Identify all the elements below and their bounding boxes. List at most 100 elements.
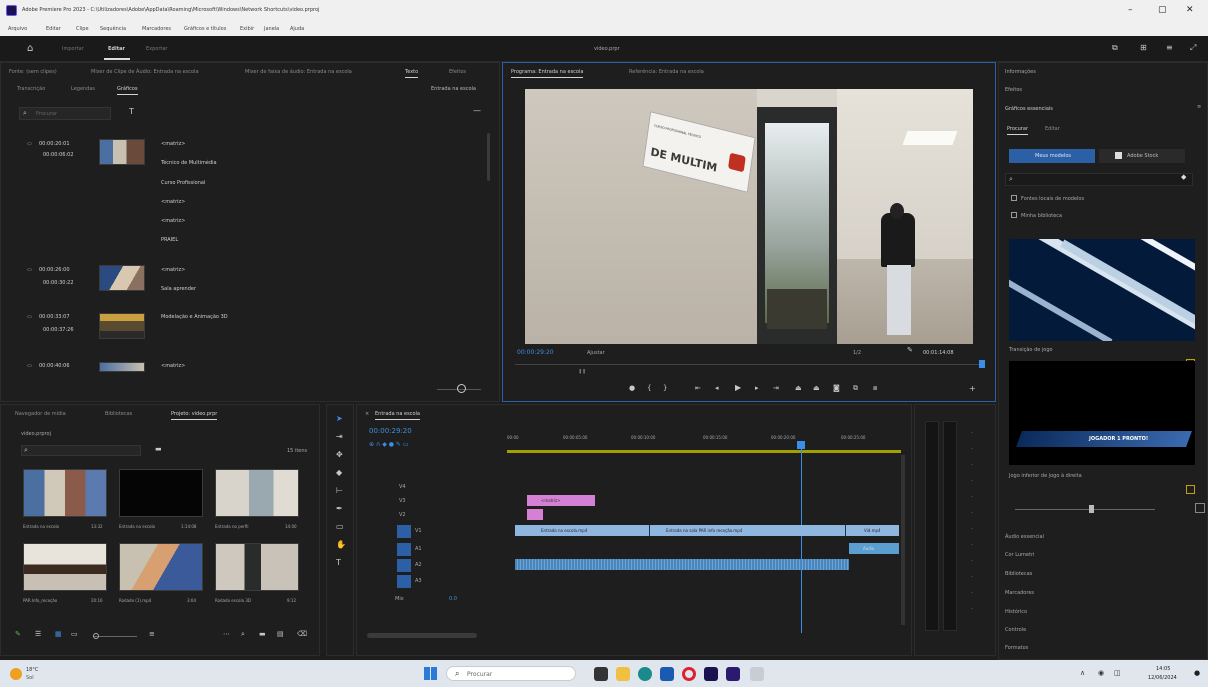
premiere-taskbar-icon[interactable] (704, 667, 718, 681)
misc-app-icon[interactable] (750, 667, 764, 681)
list-view-icon[interactable]: ☰ (35, 631, 41, 638)
tab-libraries[interactable]: Bibliotecas (105, 411, 132, 417)
go-to-out-icon[interactable]: ⇥ (773, 385, 779, 392)
freeform-view-icon[interactable]: ▭ (71, 631, 78, 638)
eg-search-extra-icon[interactable]: ◆ (1181, 173, 1186, 181)
new-layer-button[interactable] (1195, 503, 1205, 513)
menu-exibir[interactable]: Exibir (240, 26, 254, 32)
project-thumb-3[interactable] (215, 469, 299, 517)
track-a1-toggle[interactable] (397, 543, 411, 556)
lower-item-4[interactable]: Marcadores (1005, 590, 1034, 596)
tab-track-audio-mixer[interactable]: Mixer de faixa de áudio: Entrada na esco… (245, 69, 352, 75)
lower-item-1[interactable]: Áudio essencial (1005, 534, 1044, 540)
tab-clip-audio-mixer[interactable]: Mixer de Clipe de Áudio: Entrada na esco… (91, 69, 199, 75)
menu-arquivo[interactable]: Arquivo (8, 26, 27, 32)
track-a2-toggle[interactable] (397, 559, 411, 572)
task-view-icon[interactable] (594, 667, 608, 681)
vertical-scrollbar[interactable] (487, 133, 490, 181)
thumb-zoom-handle[interactable] (93, 633, 99, 639)
workspaces-icon[interactable]: ⊞ (1140, 44, 1147, 52)
clip-a1-b[interactable]: Audio (849, 543, 899, 554)
track-v1-toggle[interactable] (397, 525, 411, 538)
marker-icon[interactable]: ● (629, 385, 635, 392)
project-thumb-6[interactable] (215, 543, 299, 591)
monitor-playhead[interactable] (979, 360, 985, 368)
project-thumb-1[interactable] (23, 469, 107, 517)
tray-network-icon[interactable]: ◉ (1098, 669, 1104, 677)
clip-a2-audio[interactable] (515, 559, 849, 570)
icon-view-icon[interactable]: ▦ (55, 631, 62, 638)
clock-time[interactable]: 14:05 (1156, 666, 1170, 672)
new-bin-footer-icon[interactable]: ▬ (259, 631, 266, 638)
mix-value[interactable]: 0.0 (449, 596, 457, 602)
track-a3-toggle[interactable] (397, 575, 411, 588)
find-icon[interactable]: ⌕ (241, 631, 245, 638)
project-thumb-5[interactable] (119, 543, 203, 591)
add-button-icon[interactable]: + (969, 385, 976, 393)
go-to-in-icon[interactable]: ⇤ (695, 385, 701, 392)
lower-item-3[interactable]: Bibliotecas (1005, 571, 1032, 577)
monitor-scrubber[interactable] (515, 364, 981, 365)
effects-section[interactable]: Efeitos (1005, 87, 1022, 93)
lower-item-5[interactable]: Histórico (1005, 609, 1027, 615)
checkbox-my-library[interactable] (1011, 212, 1017, 218)
tab-effects[interactable]: Efeitos (449, 69, 466, 75)
selection-tool-icon[interactable]: ➤ (336, 415, 343, 423)
file-explorer-icon[interactable] (616, 667, 630, 681)
text-tool-icon[interactable]: T (129, 108, 134, 116)
extract-icon[interactable]: ⏏ (813, 385, 820, 392)
timeline-close-icon[interactable]: × (365, 411, 369, 417)
template-size-handle[interactable] (1089, 505, 1094, 513)
checkbox-local-templates[interactable] (1011, 195, 1017, 201)
pen-tool-icon[interactable]: ✒ (336, 505, 343, 513)
video-frame[interactable]: CURSO PROFISSIONAL TÉCNICO DE MULTIM (525, 89, 973, 344)
track-select-tool-icon[interactable]: ⇥ (336, 433, 343, 441)
timeline-h-scrollbar[interactable] (367, 633, 477, 638)
mark-out-icon[interactable]: } (663, 385, 667, 392)
quick-export-icon[interactable]: ⧉ (1112, 44, 1118, 52)
clip-v1-a[interactable]: Entrada na escola.mp4 (515, 525, 649, 536)
notification-icon[interactable]: ● (1194, 669, 1200, 677)
eg-search-input[interactable]: ⌕ (1005, 173, 1193, 186)
razor-tool-icon[interactable]: ◆ (336, 469, 342, 477)
wrench-icon[interactable]: ✎ (907, 347, 913, 354)
timeline-tools[interactable]: ⊕ ∩ ◆ ● ✎ ▭ (369, 441, 409, 448)
step-back-icon[interactable]: ◂ (715, 385, 719, 392)
rectangle-tool-icon[interactable]: ▭ (336, 523, 344, 531)
subtab-graficos[interactable]: Gráficos (117, 86, 138, 95)
work-area-bar[interactable] (507, 450, 901, 453)
project-thumb-2[interactable] (119, 469, 203, 517)
hand-tool-icon[interactable]: ✋ (336, 541, 346, 549)
tab-exportar[interactable]: Exportar (146, 46, 168, 52)
template-2-preview[interactable]: JOGADOR 1 PRONTO! (1009, 361, 1195, 465)
project-search-input[interactable]: ⌕ (21, 445, 141, 456)
tab-reference[interactable]: Referência: Entrada na escola (629, 69, 704, 75)
fit-dropdown[interactable]: Ajustar (587, 350, 605, 356)
project-thumb-4[interactable] (23, 543, 107, 591)
pencil-icon[interactable]: ✎ (15, 631, 21, 638)
close-button[interactable]: ✕ (1186, 5, 1194, 15)
tab-text[interactable]: Texto (405, 69, 419, 78)
mark-in-icon[interactable]: { (647, 385, 651, 392)
premiere-taskbar-icon-2[interactable] (726, 667, 740, 681)
timeline-playhead-head[interactable] (797, 441, 805, 449)
zoom-slider-handle[interactable] (457, 384, 466, 393)
timeline-tab[interactable]: Entrada na escola (375, 411, 420, 420)
home-icon[interactable]: ⌂ (27, 44, 33, 54)
taskbar-search[interactable]: ⌕ Procurar (446, 666, 576, 681)
tab-project[interactable]: Projeto: video.prpr (171, 411, 218, 420)
minimize-button[interactable]: – (1128, 5, 1133, 15)
sort-icon[interactable]: ≡ (149, 631, 155, 638)
vr-icon[interactable]: ⧈ (873, 385, 877, 392)
menu-editar[interactable]: Editar (46, 26, 61, 32)
automate-icon[interactable]: ⋯ (223, 631, 230, 638)
quality-dropdown[interactable]: 1/2 (853, 350, 861, 356)
menu-ajuda[interactable]: Ajuda (290, 26, 304, 32)
play-icon[interactable]: ▶ (735, 384, 741, 392)
weather-icon[interactable] (10, 668, 22, 680)
menu-marcadores[interactable]: Marcadores (142, 26, 171, 32)
opera-icon[interactable] (682, 667, 696, 681)
delete-icon[interactable]: ⌫ (297, 631, 307, 638)
lower-item-2[interactable]: Cor Lumetri (1005, 552, 1034, 558)
subtab-transcricao[interactable]: Transcrição (17, 86, 45, 92)
